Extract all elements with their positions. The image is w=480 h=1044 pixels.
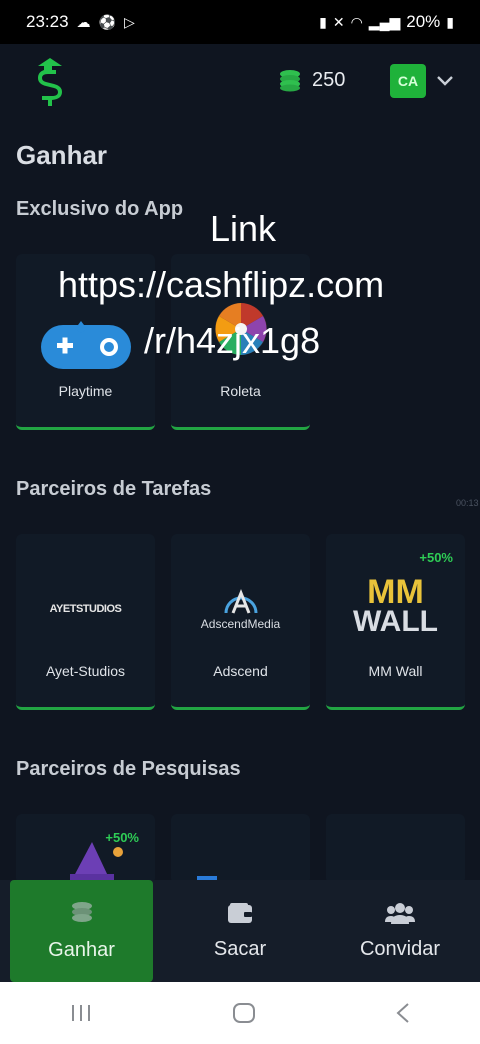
recent-apps-icon[interactable] <box>69 1003 93 1023</box>
home-icon[interactable] <box>232 1002 256 1024</box>
card-label: MM Wall <box>368 663 423 679</box>
card-survey-2[interactable] <box>171 814 310 884</box>
gamepad-icon <box>40 321 131 369</box>
wallet-icon <box>228 902 252 923</box>
signal-icon: ▂▄▆ <box>368 14 401 30</box>
nav-convidar[interactable]: Convidar <box>320 880 480 982</box>
coin-balance[interactable]: 250 <box>278 68 345 92</box>
cloud-icon: ☁ <box>76 14 91 30</box>
card-roleta[interactable]: Roleta <box>171 254 310 430</box>
system-nav-bar <box>0 982 480 1044</box>
coins-icon <box>280 70 300 92</box>
users-icon <box>385 902 415 924</box>
card-label: Adscend <box>213 663 268 679</box>
section-title-exclusive: Exclusivo do App <box>16 198 184 220</box>
app-logo-icon[interactable] <box>30 56 70 108</box>
play-store-icon: ▷ <box>123 14 135 30</box>
nav-sacar[interactable]: Sacar <box>160 880 320 982</box>
mm-wall-logo-line2: WALL <box>353 605 438 638</box>
card-survey-1[interactable]: +50% <box>16 814 155 884</box>
mute-icon: ✕ <box>332 14 345 30</box>
card-playtime[interactable]: Playtime <box>16 254 155 430</box>
section-title-tasks: Parceiros de Tarefas <box>16 478 212 500</box>
status-time: 23:23 <box>26 12 69 31</box>
avatar[interactable]: CA <box>390 64 426 98</box>
mm-wall-logo-line1: MM <box>367 573 424 611</box>
card-survey-3[interactable] <box>326 814 465 884</box>
video-timer: 00:13 <box>456 498 479 508</box>
overlay-link-label: Link <box>210 208 277 249</box>
roulette-wheel-icon <box>214 303 267 355</box>
card-label: Ayet-Studios <box>45 663 126 679</box>
app-header: 250 CA <box>0 44 480 124</box>
status-bar: 23:23 ☁ ⚽ ▷ ▮ ✕ ◠ ▂▄▆ 20% ▮ <box>0 0 480 44</box>
wizard-icon <box>70 842 123 880</box>
card-label: Playtime <box>58 383 113 399</box>
card-adscend[interactable]: AdscendMedia Adscend <box>171 534 310 710</box>
ayet-logo: AYETSTUDIOS <box>49 603 122 615</box>
section-title-surveys: Parceiros de Pesquisas <box>16 758 241 780</box>
nav-ganhar[interactable]: Ganhar <box>10 880 153 982</box>
chevron-down-icon[interactable] <box>436 74 454 88</box>
coins-icon <box>71 901 92 922</box>
card-ayet-studios[interactable]: AYETSTUDIOS Ayet-Studios <box>16 534 155 710</box>
balance-value: 250 <box>312 68 346 91</box>
card-label: Roleta <box>220 383 261 399</box>
page-title: Ganhar <box>16 140 108 170</box>
nav-label: Ganhar <box>48 938 115 961</box>
battery-icon: ▮ <box>446 14 454 30</box>
back-icon[interactable] <box>395 1002 411 1024</box>
bonus-badge: +50% <box>419 550 453 565</box>
wifi-icon: ◠ <box>350 14 363 30</box>
adscend-logo-icon <box>224 588 257 614</box>
nav-label: Sacar <box>213 937 267 960</box>
card-mm-wall[interactable]: +50% MM WALL MM Wall <box>326 534 465 710</box>
bottom-nav: Ganhar Sacar Convidar <box>0 880 480 982</box>
adscend-logo-text: AdscendMedia <box>200 617 281 631</box>
soccer-ball-icon: ⚽ <box>98 14 116 30</box>
battery-percent: 20% <box>406 12 441 31</box>
battery-saver-icon: ▮ <box>319 14 327 30</box>
nav-label: Convidar <box>359 937 441 960</box>
